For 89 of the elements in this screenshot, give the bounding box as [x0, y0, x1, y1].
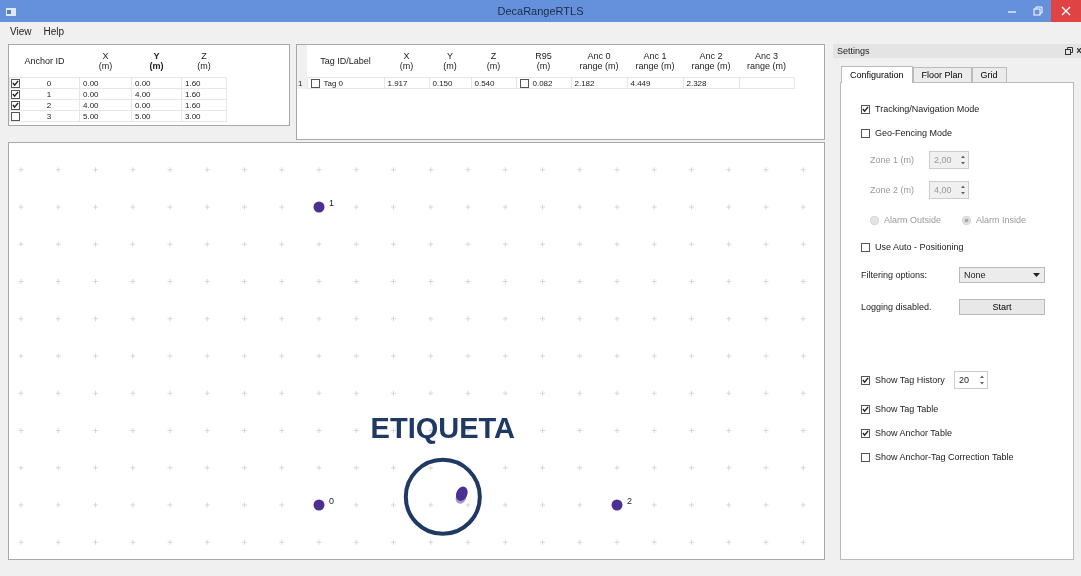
checkbox[interactable]	[11, 78, 20, 88]
annotation-label: ETIQUETA	[370, 411, 516, 444]
close-icon[interactable]	[1077, 47, 1081, 55]
checkbox[interactable]	[11, 89, 20, 99]
checkbox[interactable]	[861, 452, 870, 462]
column-header[interactable]: Tag ID/Label	[307, 45, 384, 78]
caret-icon	[1033, 273, 1040, 277]
menu-item[interactable]: View	[10, 25, 32, 37]
start-button[interactable]: Start	[959, 299, 1045, 315]
column-header[interactable]: Y (m)	[429, 45, 471, 78]
anchor-label: 1	[329, 198, 334, 208]
table-cell: 0.540	[471, 77, 516, 89]
anchor-marker	[611, 499, 623, 511]
checkbox-label: Tracking/Navigation Mode	[875, 104, 980, 114]
table-cell: 0.082	[532, 78, 553, 88]
table-cell: 0.00	[131, 77, 182, 89]
checkbox[interactable]	[861, 404, 870, 414]
table-cell: 4.00	[131, 88, 182, 100]
close-button[interactable]	[1051, 0, 1081, 22]
checkbox[interactable]	[861, 104, 870, 114]
table-cell: 0.150	[429, 77, 471, 89]
column-header[interactable]: Z (m)	[471, 45, 516, 78]
checkbox-label: Use Auto - Positioning	[875, 242, 964, 252]
table-cell-text: 0	[45, 78, 53, 88]
table-cell: 3.00	[181, 110, 227, 122]
checkbox[interactable]	[861, 375, 870, 385]
checkbox[interactable]	[519, 78, 529, 88]
table-cell-text: 3	[45, 111, 53, 121]
table-cell: 0.00	[79, 88, 132, 100]
anchor-marker	[313, 201, 325, 213]
column-header[interactable]: Anchor ID	[9, 45, 80, 78]
checkbox-label: Geo-Fencing Mode	[875, 128, 953, 138]
column-header[interactable]: X (m)	[79, 45, 132, 78]
checkbox[interactable]	[11, 111, 20, 121]
tab[interactable]: Configuration	[841, 66, 913, 83]
column-header[interactable]: Anc 3 range (m)	[739, 45, 794, 78]
table-cell-text: 2	[45, 100, 53, 110]
column-header[interactable]: Y (m)	[131, 45, 182, 78]
checkbox-label: Show Tag Table	[875, 404, 939, 414]
table-cell: 0.00	[131, 99, 182, 111]
table-cell-text: 1	[45, 89, 53, 99]
close-icon	[1061, 6, 1071, 16]
dropdown[interactable]: None	[959, 267, 1045, 283]
table-cell: 0.00	[79, 77, 132, 89]
checkbox[interactable]	[861, 242, 870, 252]
checkbox-label: Show Tag History	[875, 375, 945, 385]
tab[interactable]: Grid	[971, 67, 1007, 82]
menu-item[interactable]: Help	[43, 25, 65, 37]
table-cell: 1.917	[384, 77, 429, 89]
field-label: Filtering options:	[861, 270, 928, 280]
table-cell: 1.60	[181, 77, 227, 89]
row-number: 1	[298, 78, 303, 88]
table-cell: 4.00	[79, 99, 132, 111]
anchor-marker	[313, 499, 325, 511]
table-cell: 5.00	[79, 110, 132, 122]
column-header[interactable]: Anc 1 range (m)	[627, 45, 683, 78]
checkbox[interactable]	[11, 100, 20, 110]
restore-icon	[1033, 6, 1043, 16]
window-title: DecaRangeRTLS	[497, 5, 584, 17]
column-header[interactable]: Z (m)	[181, 45, 227, 78]
anchor-label: 2	[627, 496, 632, 506]
table-cell: 5.00	[131, 110, 182, 122]
column-header[interactable]: Anc 2 range (m)	[683, 45, 739, 78]
tag-marker	[455, 486, 468, 504]
panel-title: Settings	[837, 46, 870, 56]
table-cell: 4.449	[627, 77, 683, 89]
column-header[interactable]: X (m)	[384, 45, 429, 78]
checkbox[interactable]	[861, 428, 870, 438]
radio-label: Alarm Outside	[884, 215, 942, 225]
spin-field[interactable]: 20	[953, 371, 988, 389]
table-cell: 1.60	[181, 99, 227, 111]
table-cell: 2.328	[683, 77, 739, 89]
checkbox[interactable]	[310, 78, 320, 88]
tab[interactable]: Floor Plan	[912, 67, 972, 82]
field-label: Zone 1 (m)	[870, 155, 914, 165]
checkbox[interactable]	[861, 128, 870, 138]
checkbox-label: Show Anchor-Tag Correction Table	[875, 452, 1014, 462]
field-label: Zone 2 (m)	[870, 185, 914, 195]
status-label: Logging disabled.	[861, 302, 932, 312]
anchor-label: 0	[329, 496, 334, 506]
column-header[interactable]: R95 (m)	[516, 45, 571, 78]
checkbox-label: Show Anchor Table	[875, 428, 952, 438]
float-icon[interactable]	[1065, 47, 1073, 55]
table-cell: 1.60	[181, 88, 227, 100]
table-cell: Tag 0	[323, 78, 344, 88]
radio-label: Alarm Inside	[976, 215, 1027, 225]
table-cell: 2.182	[571, 77, 627, 89]
app-icon	[6, 7, 16, 15]
column-header[interactable]: Anc 0 range (m)	[571, 45, 627, 78]
